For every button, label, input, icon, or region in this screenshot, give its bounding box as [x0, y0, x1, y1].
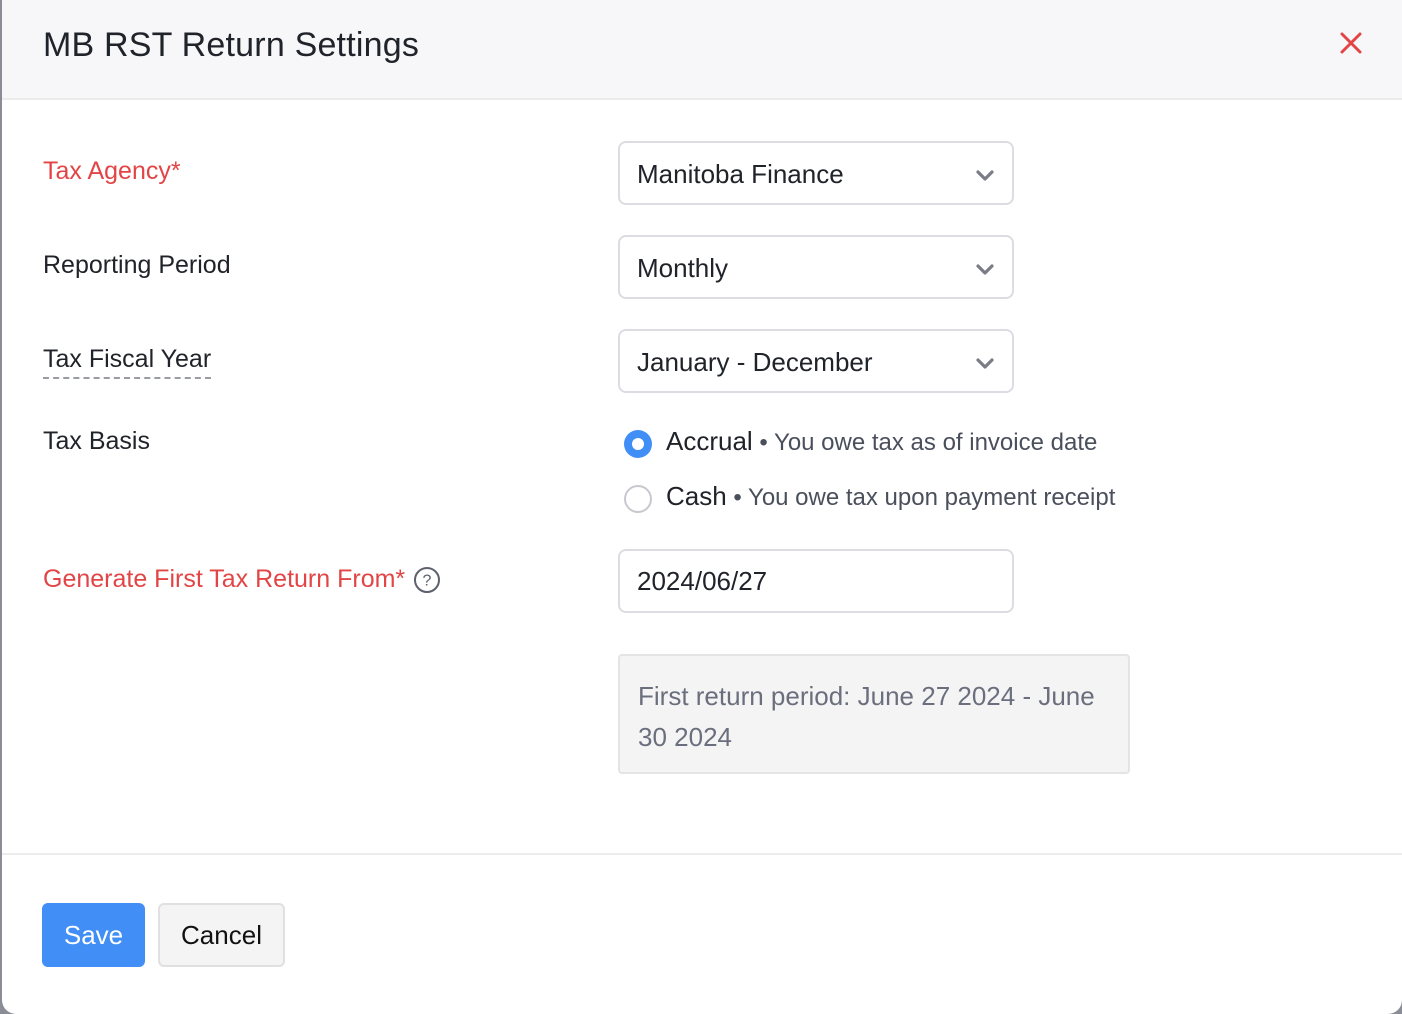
- first-return-period-info: First return period: June 27 2024 - June…: [618, 654, 1130, 774]
- cash-description: • You owe tax upon payment receipt: [726, 484, 1116, 511]
- tax-agency-select[interactable]: Manitoba Finance: [618, 141, 1014, 205]
- question-circle-icon[interactable]: ?: [413, 566, 441, 594]
- tax-agency-label: Tax Agency*: [43, 157, 181, 185]
- reporting-period-value: Monthly: [637, 253, 729, 283]
- reporting-period-label: Reporting Period: [43, 251, 231, 279]
- modal-title: MB RST Return Settings: [43, 26, 420, 64]
- svg-text:?: ?: [423, 573, 432, 590]
- footer-divider: [2, 853, 1402, 855]
- accrual-radio[interactable]: [624, 430, 652, 458]
- first-return-date-input[interactable]: [618, 549, 1014, 613]
- cancel-button[interactable]: Cancel: [158, 903, 285, 967]
- first-return-from-label: Generate First Tax Return From*: [43, 565, 406, 593]
- accrual-description: • You owe tax as of invoice date: [752, 429, 1098, 456]
- save-button[interactable]: Save: [42, 903, 145, 967]
- close-icon: [1340, 32, 1362, 54]
- chevron-down-icon: [976, 264, 994, 275]
- tax-agency-value: Manitoba Finance: [637, 159, 844, 189]
- first-return-from-label-wrap: Generate First Tax Return From* ?: [43, 565, 441, 594]
- chevron-down-icon: [976, 170, 994, 181]
- modal-header: MB RST Return Settings: [2, 0, 1402, 100]
- tax-basis-label: Tax Basis: [43, 427, 150, 455]
- close-button[interactable]: [1338, 30, 1364, 56]
- cash-radio[interactable]: [624, 485, 652, 513]
- chevron-down-icon: [976, 358, 994, 369]
- tax-fiscal-year-value: January - December: [637, 347, 873, 377]
- reporting-period-select[interactable]: Monthly: [618, 235, 1014, 299]
- settings-modal: MB RST Return Settings Tax Agency* Manit…: [2, 0, 1402, 1014]
- tax-fiscal-year-label[interactable]: Tax Fiscal Year: [43, 345, 212, 379]
- cash-label: Cash: [666, 481, 727, 511]
- accrual-label: Accrual: [666, 426, 753, 456]
- tax-fiscal-year-select[interactable]: January - December: [618, 329, 1014, 393]
